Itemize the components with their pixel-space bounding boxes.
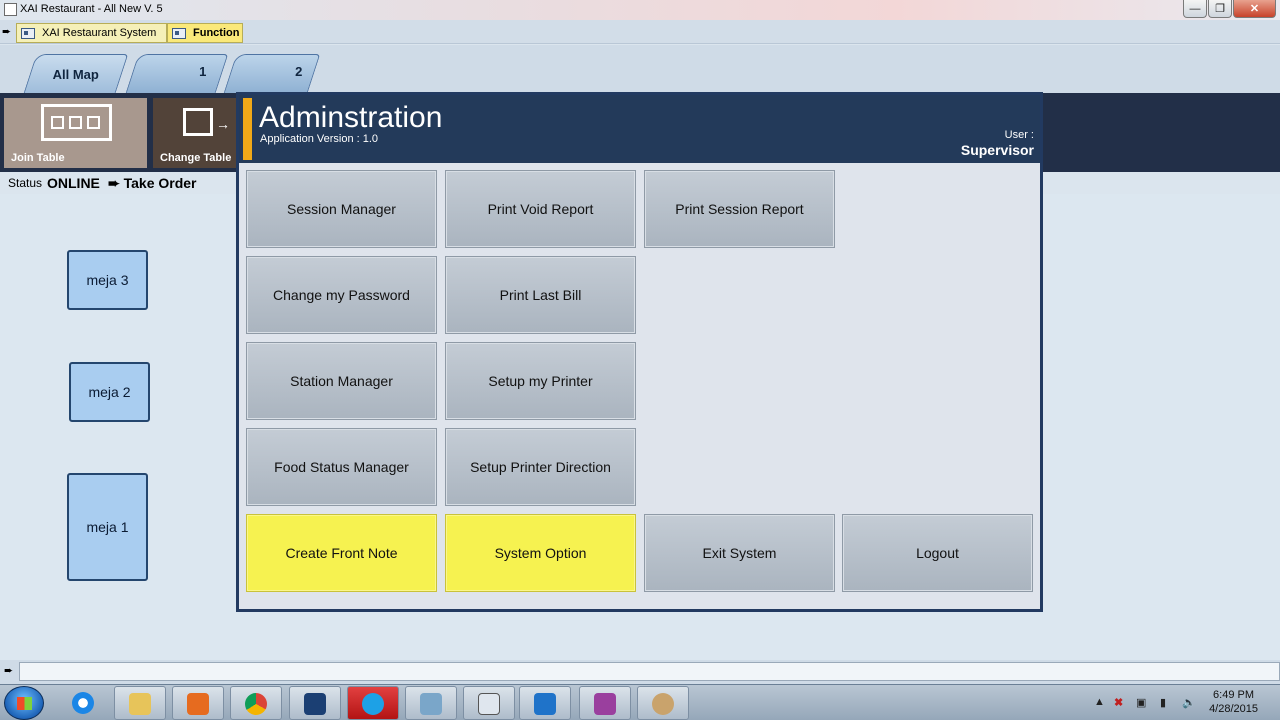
volume-icon[interactable]: 🔈 [1182,696,1196,709]
take-order-link[interactable]: ➨ Take Order [108,175,197,192]
tab-label: Function [193,27,240,39]
title-bar: XAI Restaurant - All New V. 5 — ❐ ✕ [0,0,1280,20]
media-player-button[interactable] [172,686,224,720]
tab-map-1[interactable]: 1 [125,54,229,93]
restore-button[interactable]: ❐ [1208,0,1232,18]
user-name: Supervisor [960,142,1034,158]
tab-label: 2 [295,64,303,79]
onenote-icon [594,693,616,715]
station-manager-button[interactable]: Station Manager [246,342,437,420]
skype-icon [362,693,384,715]
table-meja-1[interactable]: meja 1 [67,473,148,581]
internet-explorer-icon [72,692,94,714]
paint-button[interactable] [637,686,689,720]
teamviewer-icon [534,693,556,715]
bottom-bar: ➨ [0,660,1280,684]
media-player-icon [187,693,209,715]
administration-dialog: Adminstration Application Version : 1.0 … [236,92,1043,612]
tab-map-2[interactable]: 2 [223,54,321,93]
status-value: ONLINE [47,175,100,191]
chrome-icon [245,693,267,715]
logout-button[interactable]: Logout [842,514,1033,592]
clock-time: 6:49 PM [1213,689,1255,701]
tab-function[interactable]: Function [167,23,243,43]
photoshop-button[interactable] [289,686,341,720]
window-icon [21,27,35,39]
join-table-label: Join Table [11,152,65,164]
document-tab-strip: ➨ XAI Restaurant System Function [0,20,1280,44]
create-front-note-button[interactable]: Create Front Note [246,514,437,592]
folder-icon [129,693,151,715]
take-order-label: Take Order [123,175,197,191]
chrome-button[interactable] [230,686,282,720]
photoshop-icon [304,693,326,715]
table-label: meja 3 [86,272,129,288]
setup-printer-direction-button[interactable]: Setup Printer Direction [445,428,636,506]
taskbar: ▲ ✖ ▣ ▮ 🔈 6:49 PM 4/28/2015 [0,684,1280,720]
setup-printer-button[interactable]: Setup my Printer [445,342,636,420]
clock[interactable]: 6:49 PM 4/28/2015 [1209,688,1258,716]
food-status-manager-button[interactable]: Food Status Manager [246,428,437,506]
tab-label: 1 [199,64,207,79]
app-icon [478,693,500,715]
join-table-button[interactable]: Join Table [4,98,147,168]
signal-icon[interactable]: ▮ [1160,696,1166,709]
status-label: Status [8,176,43,190]
teamviewer-button[interactable] [519,686,571,720]
start-button[interactable] [4,686,44,720]
arrow-right-icon: ➨ [2,26,12,38]
paint-icon [652,693,674,715]
system-option-button[interactable]: System Option [445,514,636,592]
chevron-up-icon[interactable]: ▲ [1094,696,1105,708]
dialog-title: Adminstration [259,101,443,134]
app-icon [420,693,442,715]
user-label: User : [1004,129,1034,141]
network-error-icon[interactable]: ✖ [1114,696,1123,709]
window-icon [172,27,186,39]
print-last-bill-button[interactable]: Print Last Bill [445,256,636,334]
app-button[interactable] [463,686,515,720]
system-tray: ▲ ✖ ▣ ▮ 🔈 6:49 PM 4/28/2015 [1090,685,1280,720]
map-tab-strip: All Map 1 2 [0,45,1280,93]
app-button[interactable] [405,686,457,720]
join-table-icon [41,104,112,141]
tab-all-map[interactable]: All Map [23,54,129,93]
close-button[interactable]: ✕ [1233,0,1276,18]
app-icon [4,3,17,16]
table-label: meja 2 [88,384,131,400]
table-meja-2[interactable]: meja 2 [69,362,150,422]
change-password-button[interactable]: Change my Password [246,256,437,334]
message-field [19,662,1280,681]
internet-explorer-button[interactable] [58,686,110,720]
tab-label: XAI Restaurant System [42,27,157,39]
tab-label: All Map [52,67,99,82]
clock-date: 4/28/2015 [1209,703,1258,715]
accent-bar [243,98,252,160]
device-icon[interactable]: ▣ [1136,696,1146,709]
print-session-report-button[interactable]: Print Session Report [644,170,835,248]
table-label: meja 1 [86,519,129,535]
arrow-right-icon: → [216,116,230,132]
onenote-button[interactable] [579,686,631,720]
dialog-header: Adminstration Application Version : 1.0 … [239,95,1040,163]
minimize-button[interactable]: — [1183,0,1207,18]
print-void-report-button[interactable]: Print Void Report [445,170,636,248]
arrow-right-icon: ➨ [4,665,14,677]
exit-system-button[interactable]: Exit System [644,514,835,592]
skype-button[interactable] [347,686,399,720]
app-version: Application Version : 1.0 [260,133,379,145]
change-table-icon [183,108,213,136]
tab-xai-restaurant-system[interactable]: XAI Restaurant System [16,23,167,43]
file-explorer-button[interactable] [114,686,166,720]
session-manager-button[interactable]: Session Manager [246,170,437,248]
change-table-label: Change Table [160,152,232,164]
change-table-button[interactable]: → Change Table [153,98,241,168]
table-meja-3[interactable]: meja 3 [67,250,148,310]
window-title: XAI Restaurant - All New V. 5 [20,3,163,15]
